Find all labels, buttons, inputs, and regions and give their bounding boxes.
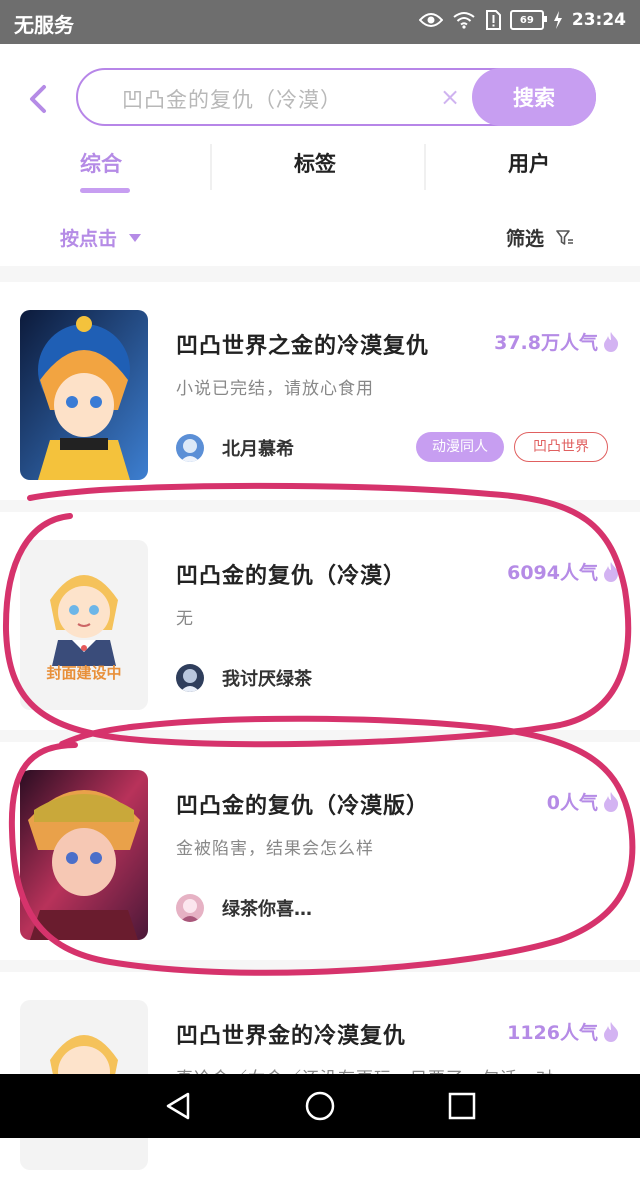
battery-icon: 69 xyxy=(509,10,547,30)
avatar xyxy=(176,664,204,692)
status-icons: 69 23:24 xyxy=(418,10,626,30)
tab-general[interactable]: 综合 xyxy=(80,148,122,178)
result-title[interactable]: 凹凸世界金的冷漠复仇 xyxy=(176,1018,406,1050)
result-title[interactable]: 凹凸金的复仇（冷漠） xyxy=(176,558,406,590)
result-description: 无 xyxy=(176,609,194,629)
status-bar: 无服务 69 23:24 xyxy=(0,0,640,44)
author-name: 绿茶你喜… xyxy=(222,899,312,920)
flame-icon xyxy=(604,561,619,582)
tab-bar: 综合 标签 用户 xyxy=(0,140,640,198)
sort-dropdown[interactable]: 按点击 xyxy=(60,224,142,251)
caret-down-icon xyxy=(129,233,142,242)
popularity-text: 0人气 xyxy=(546,792,598,814)
sort-label: 按点击 xyxy=(60,228,118,250)
clear-icon[interactable]: × xyxy=(440,84,460,110)
result-card[interactable]: 凹凸金的复仇（冷漠版） 0人气 金被陷害，结果会怎么样 绿茶你喜… xyxy=(0,742,640,960)
flame-icon xyxy=(604,1021,619,1042)
filter-icon xyxy=(556,229,573,245)
result-title[interactable]: 凹凸世界之金的冷漠复仇 xyxy=(176,328,429,360)
back-button[interactable] xyxy=(24,82,54,116)
filter-button[interactable]: 筛选 xyxy=(506,224,574,251)
search-header: 凹凸金的复仇（冷漠） × 搜索 综合 标签 用户 按点击 筛选 xyxy=(0,44,640,266)
cover-image[interactable] xyxy=(20,310,148,480)
search-box: 凹凸金的复仇（冷漠） × 搜索 xyxy=(76,68,596,126)
charging-icon xyxy=(553,11,563,29)
system-nav-bar xyxy=(0,1074,640,1138)
cover-caption: 封面建设中 xyxy=(46,664,122,682)
result-description: 金被陷害，结果会怎么样 xyxy=(176,839,374,859)
wifi-icon xyxy=(452,11,476,29)
sort-filter-bar: 按点击 筛选 xyxy=(0,210,640,266)
filter-label: 筛选 xyxy=(505,228,544,250)
nav-back-button[interactable] xyxy=(160,1088,196,1124)
tab-divider xyxy=(210,144,212,190)
author[interactable]: 绿茶你喜… xyxy=(176,894,312,922)
popularity: 6094人气 xyxy=(507,558,620,585)
popularity: 0人气 xyxy=(547,788,620,815)
result-description: 小说已完结，请放心食用 xyxy=(176,379,374,399)
nav-recents-button[interactable] xyxy=(444,1088,480,1124)
placeholder-illustration xyxy=(50,575,118,666)
clock: 23:24 xyxy=(571,10,626,30)
eye-icon xyxy=(418,12,443,28)
chevron-left-icon xyxy=(30,85,46,113)
author[interactable]: 我讨厌绿茶 xyxy=(176,664,312,692)
cover-image[interactable]: 封面建设中 xyxy=(20,540,148,710)
author-name: 我讨厌绿茶 xyxy=(222,669,312,690)
result-card[interactable]: 凹凸世界之金的冷漠复仇 37.8万人气 小说已完结，请放心食用 北月慕希 动漫同… xyxy=(0,282,640,500)
circle-home-icon xyxy=(305,1091,335,1121)
author[interactable]: 北月慕希 xyxy=(176,434,294,462)
result-title[interactable]: 凹凸金的复仇（冷漠版） xyxy=(176,788,429,820)
popularity: 1126人气 xyxy=(507,1018,620,1045)
result-card[interactable]: 封面建设中 凹凸金的复仇（冷漠） 6094人气 无 我讨厌绿茶 xyxy=(0,512,640,730)
avatar xyxy=(176,894,204,922)
avatar xyxy=(176,434,204,462)
cover-image[interactable] xyxy=(20,770,148,940)
popularity-text: 6094人气 xyxy=(507,562,598,584)
flame-icon xyxy=(604,331,619,352)
popularity-text: 37.8万人气 xyxy=(494,332,598,354)
nav-home-button[interactable] xyxy=(302,1088,338,1124)
tag-chip[interactable]: 动漫同人 xyxy=(416,432,504,462)
author-name: 北月慕希 xyxy=(222,439,294,460)
popularity-text: 1126人气 xyxy=(507,1022,598,1044)
triangle-back-icon xyxy=(166,1092,190,1120)
tag-chip[interactable]: 凹凸世界 xyxy=(514,432,608,462)
flame-icon xyxy=(604,791,619,812)
alert-sim-icon xyxy=(485,10,501,30)
carrier-text: 无服务 xyxy=(14,13,74,37)
battery-level: 69 xyxy=(519,14,534,26)
tab-divider xyxy=(424,144,426,190)
tab-tags[interactable]: 标签 xyxy=(294,148,336,178)
square-recents-icon xyxy=(448,1092,476,1120)
popularity: 37.8万人气 xyxy=(494,328,620,355)
search-input[interactable]: 凹凸金的复仇（冷漠） xyxy=(122,84,342,114)
search-button[interactable]: 搜索 xyxy=(472,68,596,126)
tab-users[interactable]: 用户 xyxy=(508,148,550,178)
active-tab-indicator xyxy=(80,188,130,193)
tag-list: 动漫同人 凹凸世界 xyxy=(416,432,608,462)
